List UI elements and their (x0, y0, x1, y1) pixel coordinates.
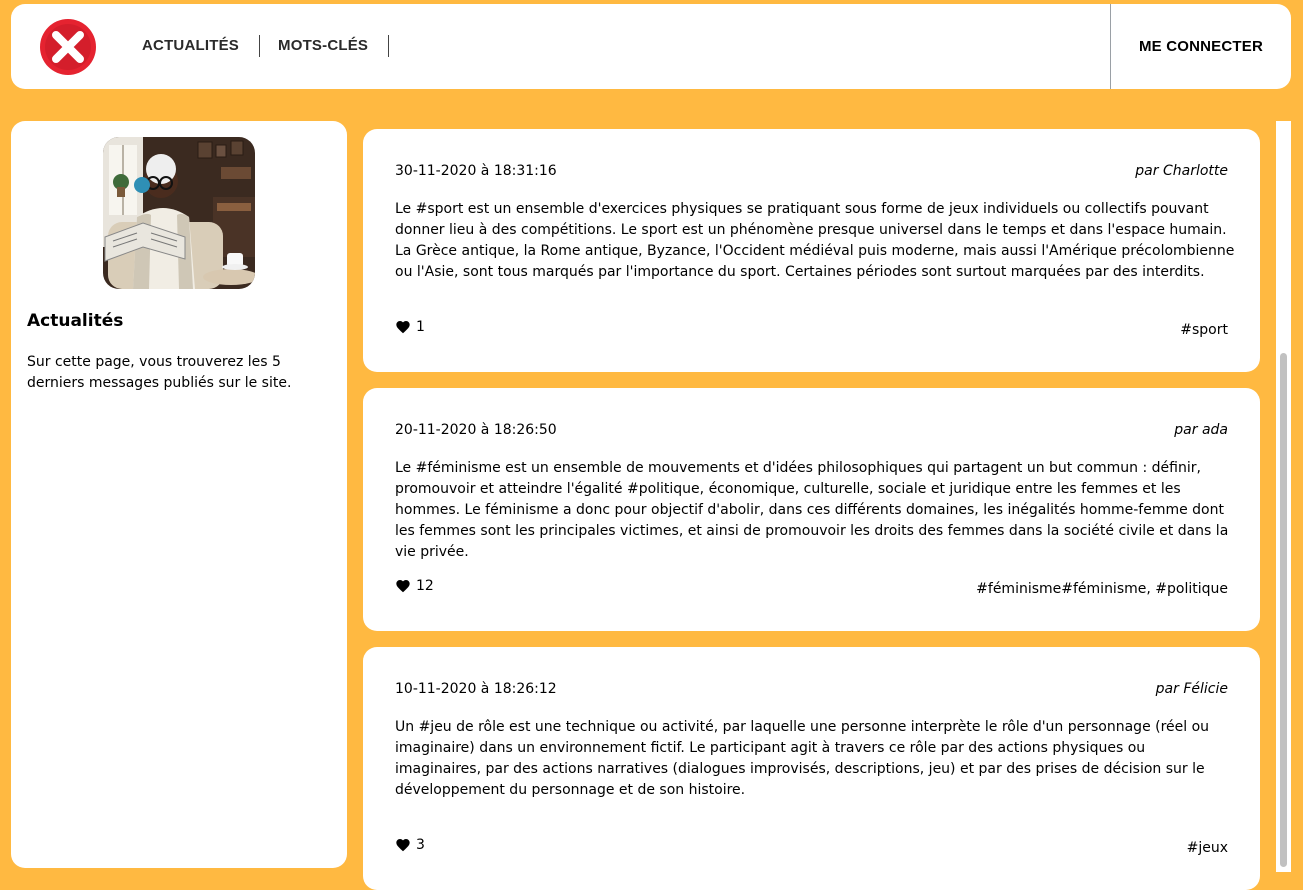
post-card: 10-11-2020 à 18:26:12 par Félicie Un #je… (363, 647, 1260, 890)
post-text: Le #sport est un ensemble d'exercices ph… (395, 201, 1235, 280)
nav-actualites[interactable]: ACTUALITÉS (124, 35, 260, 57)
avatar (103, 137, 255, 289)
post-tags[interactable]: #sport (1180, 322, 1228, 338)
scrollbar-thumb[interactable] (1280, 353, 1287, 867)
post-date: 10-11-2020 à 18:26:12 (395, 681, 557, 697)
top-navigation-bar: ACTUALITÉS MOTS-CLÉS ME CONNECTER (11, 4, 1291, 89)
post-text: Le #féminisme est un ensemble de mouveme… (395, 460, 1229, 560)
post-card: 30-11-2020 à 18:31:16 par Charlotte Le #… (363, 129, 1260, 372)
close-x-icon[interactable] (39, 18, 97, 76)
like-count: 12 (416, 578, 434, 594)
posts-feed: 30-11-2020 à 18:31:16 par Charlotte Le #… (363, 121, 1260, 890)
avatar-image (103, 137, 255, 289)
nav-mots-cles[interactable]: MOTS-CLÉS (260, 35, 390, 57)
post-tags[interactable]: #jeux (1187, 840, 1228, 856)
post-author[interactable]: par ada (1174, 422, 1228, 438)
like-button[interactable]: 12 (395, 578, 434, 594)
like-count: 1 (416, 319, 425, 335)
like-count: 3 (416, 837, 425, 853)
like-button[interactable]: 1 (395, 319, 425, 335)
heart-icon[interactable] (395, 319, 411, 335)
like-button[interactable]: 3 (395, 837, 425, 853)
feed-scrollbar[interactable] (1276, 121, 1291, 872)
heart-icon[interactable] (395, 578, 411, 594)
post-author[interactable]: par Félicie (1156, 681, 1228, 697)
sidebar: Actualités Sur cette page, vous trouvere… (11, 121, 347, 868)
sidebar-title: Actualités (27, 311, 124, 331)
heart-icon[interactable] (395, 837, 411, 853)
post-card: 20-11-2020 à 18:26:50 par ada Le #fémini… (363, 388, 1260, 631)
post-tags[interactable]: #féminisme#féminisme, #politique (976, 581, 1228, 597)
post-date: 20-11-2020 à 18:26:50 (395, 422, 557, 438)
login-button[interactable]: ME CONNECTER (1110, 4, 1291, 89)
sidebar-description: Sur cette page, vous trouverez les 5 der… (27, 354, 292, 391)
post-author[interactable]: par Charlotte (1135, 163, 1228, 179)
post-text: Un #jeu de rôle est une technique ou act… (395, 719, 1210, 798)
post-date: 30-11-2020 à 18:31:16 (395, 163, 557, 179)
main-nav: ACTUALITÉS MOTS-CLÉS (124, 35, 390, 57)
